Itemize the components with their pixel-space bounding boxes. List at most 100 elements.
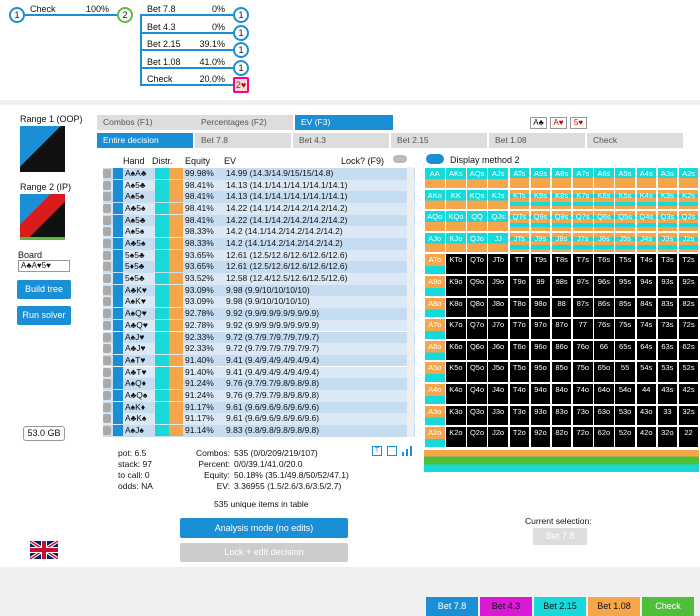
matrix-cell[interactable]: A2s (677, 167, 700, 189)
lock-icon[interactable] (103, 180, 111, 190)
table-row[interactable]: A♣J♥ 92.33% 9.72 (9.7/9.7/9.7/9.7/9.7) (103, 343, 415, 355)
board-input[interactable]: A♣A♥5♥ (18, 260, 70, 272)
matrix-cell[interactable]: T4s (635, 253, 657, 275)
matrix-cell[interactable]: KQo (445, 210, 467, 232)
matrix-cell[interactable]: K4s (635, 188, 657, 211)
matrix-cell[interactable]: 86s (593, 296, 615, 319)
matrix-cell[interactable]: Q5s (614, 210, 636, 232)
lock-icon[interactable] (103, 169, 111, 178)
matrix-cell[interactable]: 94o (529, 383, 552, 405)
lock-icon[interactable] (103, 297, 111, 307)
matrix-cell[interactable]: 72o (572, 426, 594, 448)
lock-icon[interactable] (103, 332, 111, 342)
table-row[interactable]: A♠Q♦ 91.24% 9.76 (9.7/9.7/9.8/9.8/9.8) (103, 378, 415, 390)
matrix-cell[interactable]: 97o (529, 318, 552, 340)
export-icon[interactable] (387, 446, 397, 456)
tree-root-node[interactable]: 1 (9, 7, 25, 23)
matrix-cell[interactable]: 98o (529, 296, 552, 319)
table-row[interactable]: A♠A♣ 99.98% 14.99 (14.3/14.9/15/15/14.8) (103, 168, 415, 180)
matrix-cell[interactable]: A7s (572, 167, 594, 189)
matrix-cell[interactable]: J8o (487, 296, 509, 319)
matrix-cell[interactable]: KTo (445, 253, 467, 275)
table-row[interactable]: A♣5♠ 98.33% 14.2 (14.1/14.2/14.2/14.2/14.2… (103, 238, 415, 250)
matrix-cell[interactable]: T4o (508, 383, 531, 405)
matrix-cell[interactable]: Q9o (466, 275, 488, 297)
matrix-cell[interactable]: JJ (487, 231, 509, 254)
decision-tab[interactable]: Bet 1.08 (489, 133, 585, 148)
matrix-cell[interactable]: T2o (508, 426, 531, 448)
tree-child-node[interactable]: 1 (233, 59, 249, 76)
matrix-cell[interactable]: 32o (656, 426, 679, 448)
range2-thumbnail[interactable] (20, 194, 65, 240)
matrix-cell[interactable]: 66 (593, 339, 615, 362)
matrix-cell[interactable]: 53o (614, 404, 636, 427)
table-row[interactable]: 5♦5♣ 93.65% 12.61 (12.5/12.6/12.6/12.6/12.… (103, 261, 415, 274)
matrix-cell[interactable]: A5s (614, 167, 636, 189)
bar-chart-icon[interactable] (402, 446, 412, 456)
matrix-cell[interactable]: T8o (508, 296, 531, 319)
range1-thumbnail[interactable] (20, 126, 65, 172)
matrix-cell[interactable]: 43o (635, 404, 657, 427)
matrix-cell[interactable]: 86o (550, 339, 573, 362)
lock-icon[interactable] (103, 262, 111, 272)
table-row[interactable]: A♣K♥ 93.09% 9.98 (9.9/10/10/10/10) (103, 284, 415, 297)
lock-icon[interactable] (103, 227, 111, 237)
matrix-cell[interactable]: J4s (635, 231, 657, 254)
matrix-cell[interactable]: KQs (466, 188, 488, 211)
matrix-cell[interactable]: 64o (593, 383, 615, 405)
matrix-cell[interactable]: 87s (572, 296, 594, 319)
matrix-cell[interactable]: A6o (424, 339, 446, 362)
matrix-cell[interactable]: 42o (635, 426, 657, 448)
matrix-cell[interactable]: 72s (677, 318, 700, 340)
matrix-cell[interactable]: Q7o (466, 318, 488, 340)
matrix-cell[interactable]: J6o (487, 339, 509, 362)
matrix-cell[interactable]: K6o (445, 339, 467, 362)
tree-child-node[interactable]: 1 (233, 24, 249, 41)
matrix-cell[interactable]: J7o (487, 318, 509, 340)
matrix-cell[interactable]: A9o (424, 275, 446, 297)
matrix-cell[interactable]: J5s (614, 231, 636, 254)
table-scrollbar[interactable] (407, 167, 414, 437)
matrix-cell[interactable]: J9s (529, 231, 552, 254)
col-distr[interactable]: Distr. (152, 156, 173, 166)
matrix-cell[interactable]: KTs (508, 188, 531, 211)
matrix-cell[interactable]: 84o (550, 383, 573, 405)
matrix-cell[interactable]: A3o (424, 404, 446, 427)
lock-icon[interactable] (103, 274, 111, 284)
matrix-cell[interactable]: ATs (508, 167, 531, 189)
matrix-cell[interactable]: J5o (487, 361, 509, 383)
matrix-cell[interactable]: 53s (656, 361, 679, 383)
matrix-cell[interactable]: 88 (550, 296, 573, 319)
matrix-cell[interactable]: KK (445, 188, 467, 211)
table-row[interactable]: A♣Q♥ 92.78% 9.92 (9.9/9.9/9.9/9.9/9.9) (103, 319, 415, 332)
matrix-cell[interactable]: J2s (677, 231, 700, 254)
action-filter-button[interactable]: Bet 1.08 (588, 597, 640, 616)
matrix-cell[interactable]: Q7s (572, 210, 594, 232)
matrix-cell[interactable]: 82o (550, 426, 573, 448)
build-tree-button[interactable]: Build tree (17, 280, 71, 299)
table-row[interactable]: A♠5♠ 98.41% 14.13 (14.1/14.1/14.1/14.1/14.… (103, 191, 415, 203)
lock-icon[interactable] (103, 215, 111, 225)
matrix-cell[interactable]: 33 (656, 404, 679, 427)
matrix-cell[interactable]: 93o (529, 404, 552, 427)
matrix-cell[interactable]: 64s (635, 339, 657, 362)
matrix-cell[interactable]: Q5o (466, 361, 488, 383)
matrix-cell[interactable]: 87o (550, 318, 573, 340)
matrix-cell[interactable]: K5o (445, 361, 467, 383)
col-hand[interactable]: Hand (123, 156, 145, 166)
matrix-cell[interactable]: T7o (508, 318, 531, 340)
lock-icon[interactable] (103, 390, 111, 400)
matrix-cell[interactable]: TT (508, 253, 531, 275)
matrix-cell[interactable]: AKs (445, 167, 467, 189)
matrix-cell[interactable]: A4o (424, 383, 446, 405)
matrix-cell[interactable]: KJs (487, 188, 509, 211)
matrix-cell[interactable]: K9o (445, 275, 467, 297)
table-row[interactable]: A♠5♣ 98.41% 14.13 (14.1/14.1/14.1/14.1/14.… (103, 179, 415, 192)
table-row[interactable]: A♠K♥ 93.09% 9.98 (9.9/10/10/10/10) (103, 296, 415, 309)
tree-child-node[interactable]: 1 (233, 7, 249, 23)
matrix-cell[interactable]: 83o (550, 404, 573, 427)
matrix-cell[interactable]: K2o (445, 426, 467, 448)
lock-edit-button[interactable]: Lock + edit decision (180, 543, 348, 562)
matrix-cell[interactable]: A5o (424, 361, 446, 383)
matrix-cell[interactable]: A9s (529, 167, 552, 189)
